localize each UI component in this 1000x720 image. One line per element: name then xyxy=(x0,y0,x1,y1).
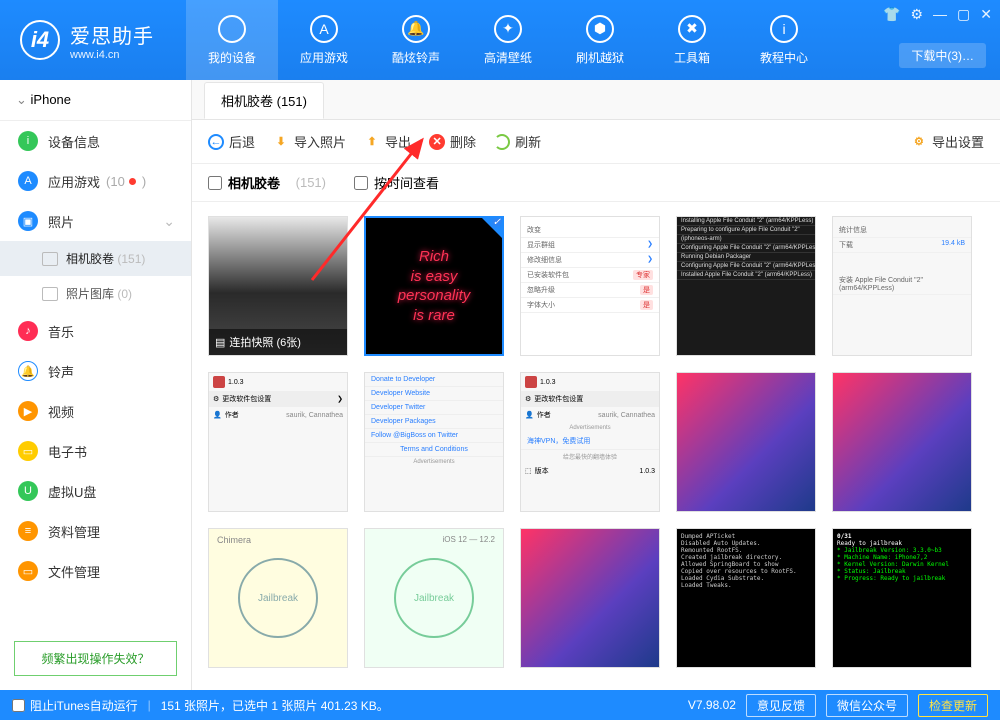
nav-tab-jailbreak[interactable]: ⬢刷机越狱 xyxy=(554,0,646,80)
sidebar-item-ebooks[interactable]: ▭电子书 xyxy=(0,431,191,471)
data-icon: ≡ xyxy=(18,521,38,541)
folder-icon: ▭ xyxy=(18,561,38,581)
photo-thumb[interactable]: Donate to DeveloperDeveloper WebsiteDeve… xyxy=(364,372,504,512)
export-settings-button[interactable]: ⚙导出设置 xyxy=(911,132,984,151)
wrench-icon: ✖ xyxy=(678,15,706,43)
photo-thumb[interactable]: 统计信息下载19.4 kB安装 Apple File Conduit "2" (… xyxy=(832,216,972,356)
sidebar-item-photos[interactable]: ▣照片 xyxy=(0,201,191,241)
app-header: i4 爱思助手 www.i4.cn 我的设备 A应用游戏 🔔酷炫铃声 ✦高清壁纸… xyxy=(0,0,1000,80)
import-button[interactable]: ⬇导入照片 xyxy=(273,132,346,151)
sidebar-item-udisk[interactable]: U虚拟U盘 xyxy=(0,471,191,511)
sparkle-icon: ✦ xyxy=(494,15,522,43)
photo-thumb-burst[interactable]: ▤连拍快照 (6张) xyxy=(208,216,348,356)
notification-dot xyxy=(129,178,136,185)
wechat-button[interactable]: 微信公众号 xyxy=(826,694,908,717)
back-icon: ← xyxy=(208,134,224,150)
status-bar: 阻止iTunes自动运行 | 151 张照片，已选中 1 张照片 401.23 … xyxy=(0,690,1000,720)
photo-icon: ▣ xyxy=(18,211,38,231)
logo-badge: i4 xyxy=(20,20,60,60)
help-link[interactable]: 频繁出现操作失效？ xyxy=(14,641,177,676)
filter-row: 相机胶卷 (151) 按时间查看 xyxy=(192,164,1000,202)
info-icon: i xyxy=(18,131,38,151)
delete-button[interactable]: ✕删除 xyxy=(429,132,476,151)
photo-thumb[interactable]: iOS 12 — 12.2Jailbreak xyxy=(364,528,504,668)
sidebar-item-videos[interactable]: ▶视频 xyxy=(0,391,191,431)
check-update-button[interactable]: 检查更新 xyxy=(918,694,988,717)
feedback-button[interactable]: 意见反馈 xyxy=(746,694,816,717)
nav-tab-apps[interactable]: A应用游戏 xyxy=(278,0,370,80)
burst-label: ▤连拍快照 (6张) xyxy=(209,329,347,355)
photo-thumb[interactable]: 改变显示群组❯修改细信息❯已安装软件包专家忽略升级是字体大小是 xyxy=(520,216,660,356)
sidebar-item-music[interactable]: ♪音乐 xyxy=(0,311,191,351)
shirt-icon[interactable]: 👕 xyxy=(883,6,900,23)
sidebar-item-apps[interactable]: A应用游戏(10) xyxy=(0,161,191,201)
nav-tab-tools[interactable]: ✖工具箱 xyxy=(646,0,738,80)
photo-thumb[interactable] xyxy=(520,528,660,668)
sidebar-item-info[interactable]: i设备信息 xyxy=(0,121,191,161)
selection-status: 151 张照片，已选中 1 张照片 401.23 KB。 xyxy=(161,697,389,714)
book-icon: ▭ xyxy=(18,441,38,461)
photo-thumb[interactable]: Dumped APTicketDisabled Auto Updates.Rem… xyxy=(676,528,816,668)
content-tab-strip: 相机胶卷 (151) xyxy=(192,80,1000,120)
photo-thumb[interactable] xyxy=(676,372,816,512)
music-icon: ♪ xyxy=(18,321,38,341)
logo: i4 爱思助手 www.i4.cn xyxy=(0,20,174,61)
sidebar-sub-camera-roll[interactable]: 相机胶卷 (151) xyxy=(0,241,191,276)
nav-tabs: 我的设备 A应用游戏 🔔酷炫铃声 ✦高清壁纸 ⬢刷机越狱 ✖工具箱 i教程中心 xyxy=(186,0,830,80)
photo-grid: ▤连拍快照 (6张) Richis easypersonalityis rare… xyxy=(192,202,1000,690)
nav-tab-tutorials[interactable]: i教程中心 xyxy=(738,0,830,80)
main-panel: 相机胶卷 (151) ←后退 ⬇导入照片 ⬆导出 ✕删除 刷新 ⚙导出设置 相机… xyxy=(192,80,1000,690)
maximize-button[interactable]: ▢ xyxy=(957,6,970,23)
delete-icon: ✕ xyxy=(429,134,445,150)
view-by-time-checkbox[interactable]: 按时间查看 xyxy=(354,173,439,192)
nav-tab-wallpapers[interactable]: ✦高清壁纸 xyxy=(462,0,554,80)
nav-tab-ringtones[interactable]: 🔔酷炫铃声 xyxy=(370,0,462,80)
import-icon: ⬇ xyxy=(273,134,289,150)
photo-thumb[interactable]: Installing Apple File Conduit "2" (arm64… xyxy=(676,216,816,356)
minimize-button[interactable]: — xyxy=(933,6,947,23)
device-name: iPhone xyxy=(31,92,71,107)
settings-icon[interactable]: ⚙ xyxy=(910,6,923,23)
photo-thumb[interactable]: 1.0.3⚙更改软件包设置❯👤作者saurik, Cannathea xyxy=(208,372,348,512)
select-all-checkbox[interactable]: 相机胶卷 (151) xyxy=(208,173,326,192)
bell-icon: 🔔 xyxy=(18,361,38,381)
version-label: V7.98.02 xyxy=(688,698,736,712)
photo-thumb[interactable]: 0/31Ready to jailbreak* Jailbreak Versio… xyxy=(832,528,972,668)
gear-icon: ⚙ xyxy=(911,134,927,150)
refresh-button[interactable]: 刷新 xyxy=(494,132,541,151)
photo-thumb[interactable]: 1.0.3⚙更改软件包设置👤作者saurik, CannatheaAdverti… xyxy=(520,372,660,512)
block-itunes-checkbox[interactable]: 阻止iTunes自动运行 xyxy=(12,697,138,714)
photo-thumb-selected[interactable]: Richis easypersonalityis rare xyxy=(364,216,504,356)
appstore-icon: A xyxy=(310,15,338,43)
device-selector[interactable]: ⌄ iPhone xyxy=(0,80,191,121)
folder-icon xyxy=(42,287,58,301)
sidebar: ⌄ iPhone i设备信息 A应用游戏(10) ▣照片 相机胶卷 (151) … xyxy=(0,80,192,690)
back-button[interactable]: ←后退 xyxy=(208,132,255,151)
apple-icon xyxy=(218,15,246,43)
info-icon: i xyxy=(770,15,798,43)
export-button[interactable]: ⬆导出 xyxy=(364,132,411,151)
window-controls: 👕 ⚙ — ▢ ✕ xyxy=(883,6,992,23)
bell-icon: 🔔 xyxy=(402,15,430,43)
nav-tab-device[interactable]: 我的设备 xyxy=(186,0,278,80)
download-status[interactable]: 下载中(3)… xyxy=(899,43,986,68)
sidebar-sub-photo-library[interactable]: 照片图库 (0) xyxy=(0,276,191,311)
export-icon: ⬆ xyxy=(364,134,380,150)
box-icon: ⬢ xyxy=(586,15,614,43)
photo-thumb[interactable] xyxy=(832,372,972,512)
sidebar-item-data[interactable]: ≡资料管理 xyxy=(0,511,191,551)
logo-title: 爱思助手 xyxy=(70,20,154,49)
close-button[interactable]: ✕ xyxy=(980,6,992,23)
toolbar: ←后退 ⬇导入照片 ⬆导出 ✕删除 刷新 ⚙导出设置 xyxy=(192,120,1000,164)
logo-url: www.i4.cn xyxy=(70,49,154,61)
shield-icon: U xyxy=(18,481,38,501)
content-tab-camera-roll[interactable]: 相机胶卷 (151) xyxy=(204,82,324,119)
refresh-icon xyxy=(494,134,510,150)
apps-icon: A xyxy=(18,171,38,191)
sidebar-item-ringtones[interactable]: 🔔铃声 xyxy=(0,351,191,391)
photo-thumb[interactable]: ChimeraJailbreak xyxy=(208,528,348,668)
video-icon: ▶ xyxy=(18,401,38,421)
folder-icon xyxy=(42,252,58,266)
sidebar-item-files[interactable]: ▭文件管理 xyxy=(0,551,191,591)
